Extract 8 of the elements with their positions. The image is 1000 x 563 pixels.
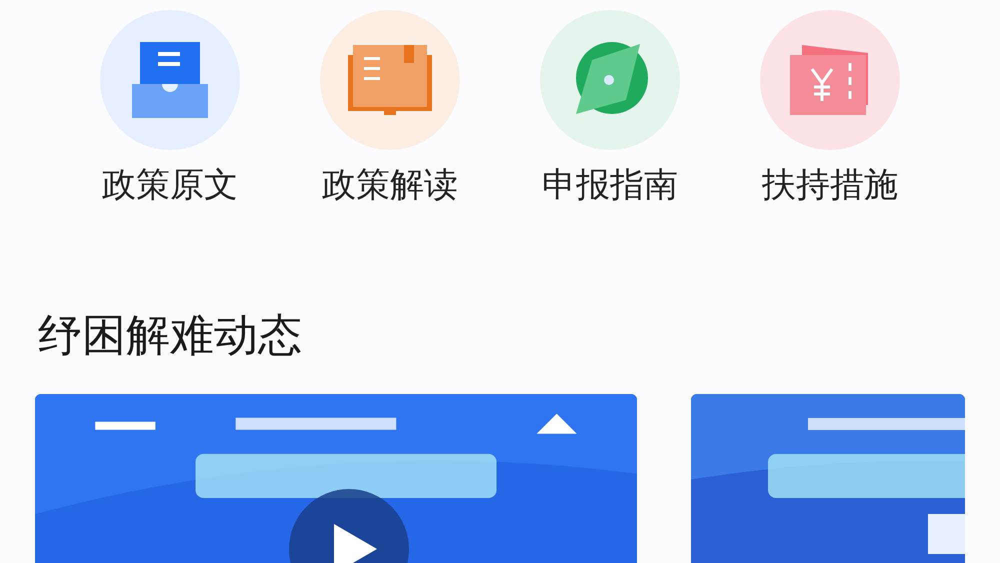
section-title: 纾困解难动态 — [38, 309, 303, 363]
shortcut-label[interactable]: 政策原文 — [102, 162, 238, 208]
shortcut-label[interactable]: 政策解读 — [322, 162, 458, 208]
ticket-icon — [790, 45, 870, 115]
inbox-icon — [132, 42, 208, 118]
book-icon — [348, 45, 432, 115]
shortcut-label[interactable]: 申报指南 — [542, 162, 678, 208]
shortcut-label[interactable]: 扶持措施 — [762, 162, 898, 208]
